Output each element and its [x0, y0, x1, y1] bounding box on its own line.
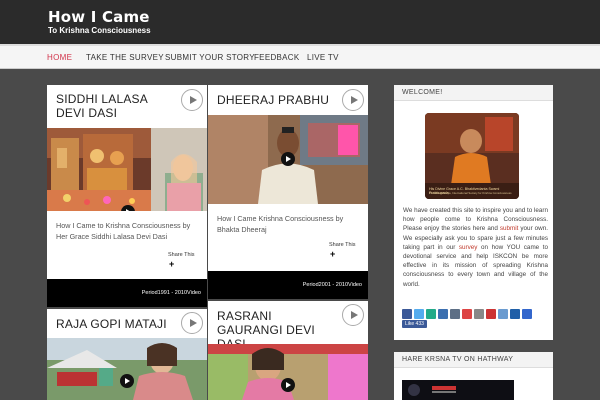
stumbleupon-icon[interactable] [450, 309, 460, 319]
survey-link[interactable]: survey [459, 244, 478, 251]
site-header: How I Came To Krishna Consciousness [0, 0, 600, 44]
card-footer: Period2001 - 2010Video [208, 271, 368, 299]
play-icon [189, 319, 197, 327]
tv-banner[interactable] [402, 380, 514, 400]
share-label: Share This [329, 242, 356, 248]
story-card: DHEERAJ PRABHU How I Came Krishna Consci… [208, 85, 368, 299]
card-footer: Period1991 - 2010Video [47, 279, 207, 307]
thumbnail-image-outdoor [47, 338, 207, 400]
play-button[interactable] [181, 312, 203, 334]
share-plus-icon[interactable]: + [330, 249, 335, 259]
story-excerpt: How I Came to Krishna Consciousness by H… [56, 221, 191, 241]
main-nav: HOME TAKE THE SURVEY SUBMIT YOUR STORY F… [0, 44, 600, 69]
prabhupada-image: His Divine Grace A.C. Bhaktivedanta Swam… [425, 113, 519, 199]
story-card: RASRANI GAURANGI DEVI DASI [208, 301, 368, 400]
story-title[interactable]: RAJA GOPI MATAJI [56, 317, 176, 331]
story-title[interactable]: SIDDHI LALASA DEVI DASI [56, 92, 176, 120]
story-excerpt: How I Came Krishna Consciousness by Bhak… [217, 214, 344, 234]
video-thumbnail[interactable] [47, 128, 207, 211]
video-thumbnail[interactable] [208, 115, 368, 204]
logo-subtitle: To Krishna Consciousness [48, 26, 151, 35]
play-button[interactable] [342, 89, 364, 111]
thumbnail-play-icon [281, 152, 295, 166]
nav-item-submit-your-story[interactable]: SUBMIT YOUR STORY [165, 53, 255, 62]
delicious-icon[interactable] [510, 309, 520, 319]
play-icon [350, 96, 358, 104]
video-thumbnail[interactable] [208, 344, 368, 400]
nav-item-home[interactable]: HOME [47, 53, 72, 62]
thumbnail-play-icon [281, 378, 295, 392]
welcome-text: We have created this site to inspire you… [403, 206, 548, 289]
submit-link[interactable]: submit [500, 225, 519, 232]
thumbnail-image-temple [47, 128, 207, 211]
period-label: Period2001 - 2010Video [302, 282, 362, 288]
facebook-like-button[interactable]: Like 433 [402, 320, 427, 328]
pinterest-icon[interactable] [486, 309, 496, 319]
play-button[interactable] [181, 89, 203, 111]
share-plus-icon[interactable]: + [169, 259, 174, 269]
widget-heading: HARE KRSNA TV ON HATHWAY [394, 352, 553, 368]
google-icon[interactable] [462, 309, 472, 319]
logo-title: How I Came [48, 8, 150, 26]
hathway-logo [402, 380, 514, 400]
period-label: Period1991 - 2010Video [141, 290, 201, 296]
more-share-icon[interactable] [522, 309, 532, 319]
portrait-caption-sub: Founder-Acharya, International Society f… [429, 191, 512, 195]
digg-icon[interactable] [498, 309, 508, 319]
twitter-icon[interactable] [414, 309, 424, 319]
play-button[interactable] [342, 304, 364, 326]
play-icon [350, 311, 358, 319]
play-icon [189, 96, 197, 104]
story-card: SIDDHI LALASA DEVI DASI How I Came to Kr… [47, 85, 207, 307]
linkedin-icon[interactable] [438, 309, 448, 319]
share-icon[interactable] [426, 309, 436, 319]
story-title[interactable]: DHEERAJ PRABHU [217, 93, 337, 107]
social-share-bar [402, 309, 532, 319]
share-label: Share This [168, 252, 195, 258]
nav-item-live-tv[interactable]: LIVE TV [307, 53, 339, 62]
site-logo[interactable]: How I Came To Krishna Consciousness [48, 9, 151, 36]
nav-item-take-the-survey[interactable]: TAKE THE SURVEY [86, 53, 164, 62]
tv-widget: HARE KRSNA TV ON HATHWAY [394, 352, 553, 400]
video-thumbnail[interactable] [47, 338, 207, 400]
facebook-icon[interactable] [402, 309, 412, 319]
email-icon[interactable] [474, 309, 484, 319]
widget-heading: WELCOME! [394, 85, 553, 101]
nav-item-feedback[interactable]: FEEDBACK [254, 53, 300, 62]
story-card: RAJA GOPI MATAJI [47, 309, 207, 400]
welcome-widget: WELCOME! His Divine Grace A.C. Bhaktived… [394, 85, 553, 340]
thumbnail-play-icon [120, 374, 134, 388]
